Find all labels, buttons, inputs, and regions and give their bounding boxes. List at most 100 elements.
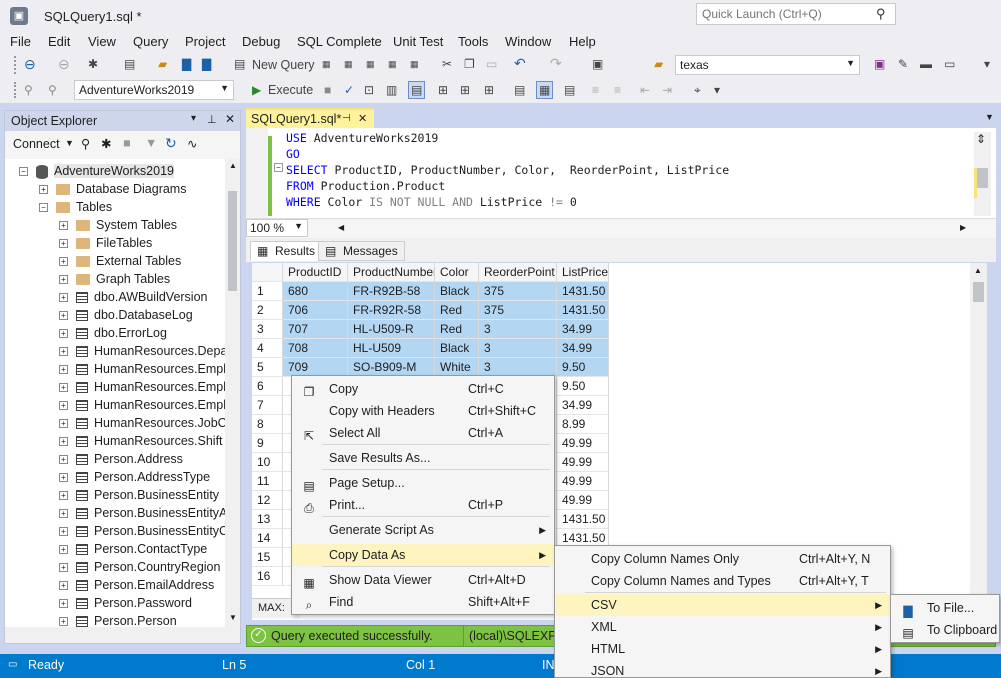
row-number[interactable]: 6 [252, 377, 283, 396]
forward-icon[interactable]: ⊖ [58, 56, 70, 72]
menu-project[interactable]: Project [185, 34, 225, 49]
expand-icon[interactable]: + [59, 491, 68, 501]
save-all-icon[interactable]: ▇ [202, 56, 211, 72]
expand-icon[interactable]: + [59, 401, 68, 411]
grid-cell[interactable]: Black [435, 339, 479, 358]
tree-node[interactable]: + Person.ContactType [59, 540, 207, 558]
results-grid-toggle-icon[interactable]: ▦ [536, 81, 554, 99]
code-line[interactable]: USE AdventureWorks2019 [286, 130, 438, 146]
filter-icon[interactable]: ▼ [145, 136, 157, 150]
tree-node[interactable]: + dbo.AWBuildVersion [59, 288, 208, 306]
tree-node[interactable]: + Person.Password [59, 594, 192, 612]
grid-corner[interactable] [252, 263, 283, 282]
grid-cell[interactable]: HL-U509-R [348, 320, 435, 339]
toolbar-grip[interactable] [14, 56, 18, 74]
collapse-icon[interactable]: − [19, 167, 28, 177]
chevron-down-icon[interactable]: ▼ [220, 83, 229, 93]
menu-view[interactable]: View [88, 34, 116, 49]
tab-sqlquery1[interactable]: SQLQuery1.sql* ⊣ ✕ [246, 108, 374, 128]
row-number[interactable]: 11 [252, 472, 283, 491]
select-all-menu-item[interactable]: ⇱ Select All Ctrl+A [292, 422, 554, 444]
copy-column-names-and-types-menu-item[interactable]: Copy Column Names and Types Ctrl+Alt+Y, T [555, 570, 890, 592]
tree-node[interactable]: + System Tables [59, 216, 177, 234]
comment-icon[interactable]: ≡ [592, 82, 599, 98]
tree-node[interactable]: + Person.BusinessEntity [59, 486, 219, 504]
row-number[interactable]: 9 [252, 434, 283, 453]
grid-cell[interactable]: 375 [479, 282, 557, 301]
row-number[interactable]: 2 [252, 301, 283, 320]
disconnect-icon[interactable]: ⚲ [48, 82, 57, 98]
tree-node[interactable]: + Graph Tables [59, 270, 170, 288]
scroll-down-icon[interactable]: ▼ [229, 613, 237, 622]
uncomment-icon[interactable]: ≡ [614, 82, 621, 98]
find-menu-item[interactable]: ⌕ Find Shift+Alt+F [292, 591, 554, 613]
csv-menu-item[interactable]: CSV ▶ [555, 594, 890, 616]
grid-cell[interactable]: 49.99 [557, 453, 609, 472]
execute-icon[interactable]: ▶ [252, 82, 261, 98]
menu-debug[interactable]: Debug [242, 34, 280, 49]
grid-cell[interactable]: 706 [283, 301, 348, 320]
tree-node[interactable]: + Person.BusinessEntityAc [59, 504, 225, 522]
execute-button[interactable]: Execute [268, 82, 313, 98]
row-number[interactable]: 16 [252, 567, 283, 586]
expand-icon[interactable]: + [59, 599, 68, 609]
collapse-icon[interactable]: − [39, 203, 48, 213]
row-number[interactable]: 5 [252, 358, 283, 377]
column-header[interactable]: ReorderPoint [479, 263, 557, 282]
grid-cell[interactable]: 34.99 [557, 320, 609, 339]
tree-node[interactable]: + HumanResources.JobCa [59, 414, 225, 432]
row-number[interactable]: 8 [252, 415, 283, 434]
expand-icon[interactable]: + [59, 293, 68, 303]
grid-cell[interactable]: 49.99 [557, 434, 609, 453]
find-combo[interactable]: texas ▼ [675, 55, 860, 75]
tree-node[interactable]: + HumanResources.Emplo [59, 360, 225, 378]
code-line[interactable]: GO [286, 146, 300, 162]
sql-editor[interactable]: − USE AdventureWorks2019 GO SELECT Product… [246, 128, 996, 218]
live-stats-icon[interactable]: ⊞ [460, 82, 470, 98]
refresh-icon[interactable]: ↻ [165, 135, 177, 152]
to-file-menu-item[interactable]: ▇ To File... [891, 597, 999, 619]
expand-icon[interactable]: + [59, 329, 68, 339]
expand-icon[interactable]: + [59, 239, 68, 249]
tree-node[interactable]: + Person.CountryRegion [59, 558, 220, 576]
chevron-down-icon[interactable]: ▼ [846, 58, 855, 68]
zoom-combo[interactable]: 100 % ▼ [246, 219, 308, 237]
row-number[interactable]: 15 [252, 548, 283, 567]
chevron-down-icon[interactable]: ▼ [294, 221, 303, 231]
tab-list-icon[interactable]: ▼ [985, 112, 994, 122]
column-header[interactable]: ProductID [283, 263, 348, 282]
grid-cell[interactable]: 9.50 [557, 377, 609, 396]
expand-icon[interactable]: + [59, 473, 68, 483]
expand-icon[interactable]: + [59, 437, 68, 447]
grid-cell[interactable]: 3 [479, 320, 557, 339]
dax-query-icon[interactable]: ▦ [410, 56, 419, 72]
expand-icon[interactable]: + [59, 275, 68, 285]
grid-cell[interactable]: 1431.50 [557, 301, 609, 320]
grid-cell[interactable]: Black [435, 282, 479, 301]
expand-icon[interactable]: + [39, 185, 48, 195]
tree-node[interactable]: + FileTables [59, 234, 152, 252]
grid-scroll-thumb[interactable] [973, 282, 984, 302]
expand-icon[interactable]: + [59, 581, 68, 591]
menu-help[interactable]: Help [569, 34, 596, 49]
stop-icon[interactable]: ■ [123, 136, 131, 150]
copy-menu-item[interactable]: ❐ Copy Ctrl+C [292, 378, 554, 400]
undo-icon[interactable]: ↶ [514, 55, 526, 71]
expand-icon[interactable]: + [59, 257, 68, 267]
tree-node[interactable]: + Person.AddressType [59, 468, 210, 486]
tree-node[interactable]: + Person.Address [59, 450, 183, 468]
tree-node[interactable]: − AdventureWorks2019 [19, 162, 174, 180]
grid-cell[interactable]: 1431.50 [557, 282, 609, 301]
disconnect-icon[interactable]: ✱ [101, 136, 111, 151]
find-in-files-icon[interactable]: ▰ [654, 56, 663, 72]
tree-node[interactable]: + Person.EmailAddress [59, 576, 214, 594]
show-data-viewer-menu-item[interactable]: ▦ Show Data Viewer Ctrl+Alt+D [292, 569, 554, 591]
grid-cell[interactable]: Red [435, 320, 479, 339]
expand-icon[interactable]: + [59, 311, 68, 321]
increase-indent-icon[interactable]: ⇥ [662, 82, 672, 98]
menu-window[interactable]: Window [505, 34, 551, 49]
json-menu-item[interactable]: JSON ▶ [555, 660, 890, 678]
row-number[interactable]: 1 [252, 282, 283, 301]
expand-icon[interactable]: + [59, 419, 68, 429]
expand-icon[interactable]: + [59, 527, 68, 537]
